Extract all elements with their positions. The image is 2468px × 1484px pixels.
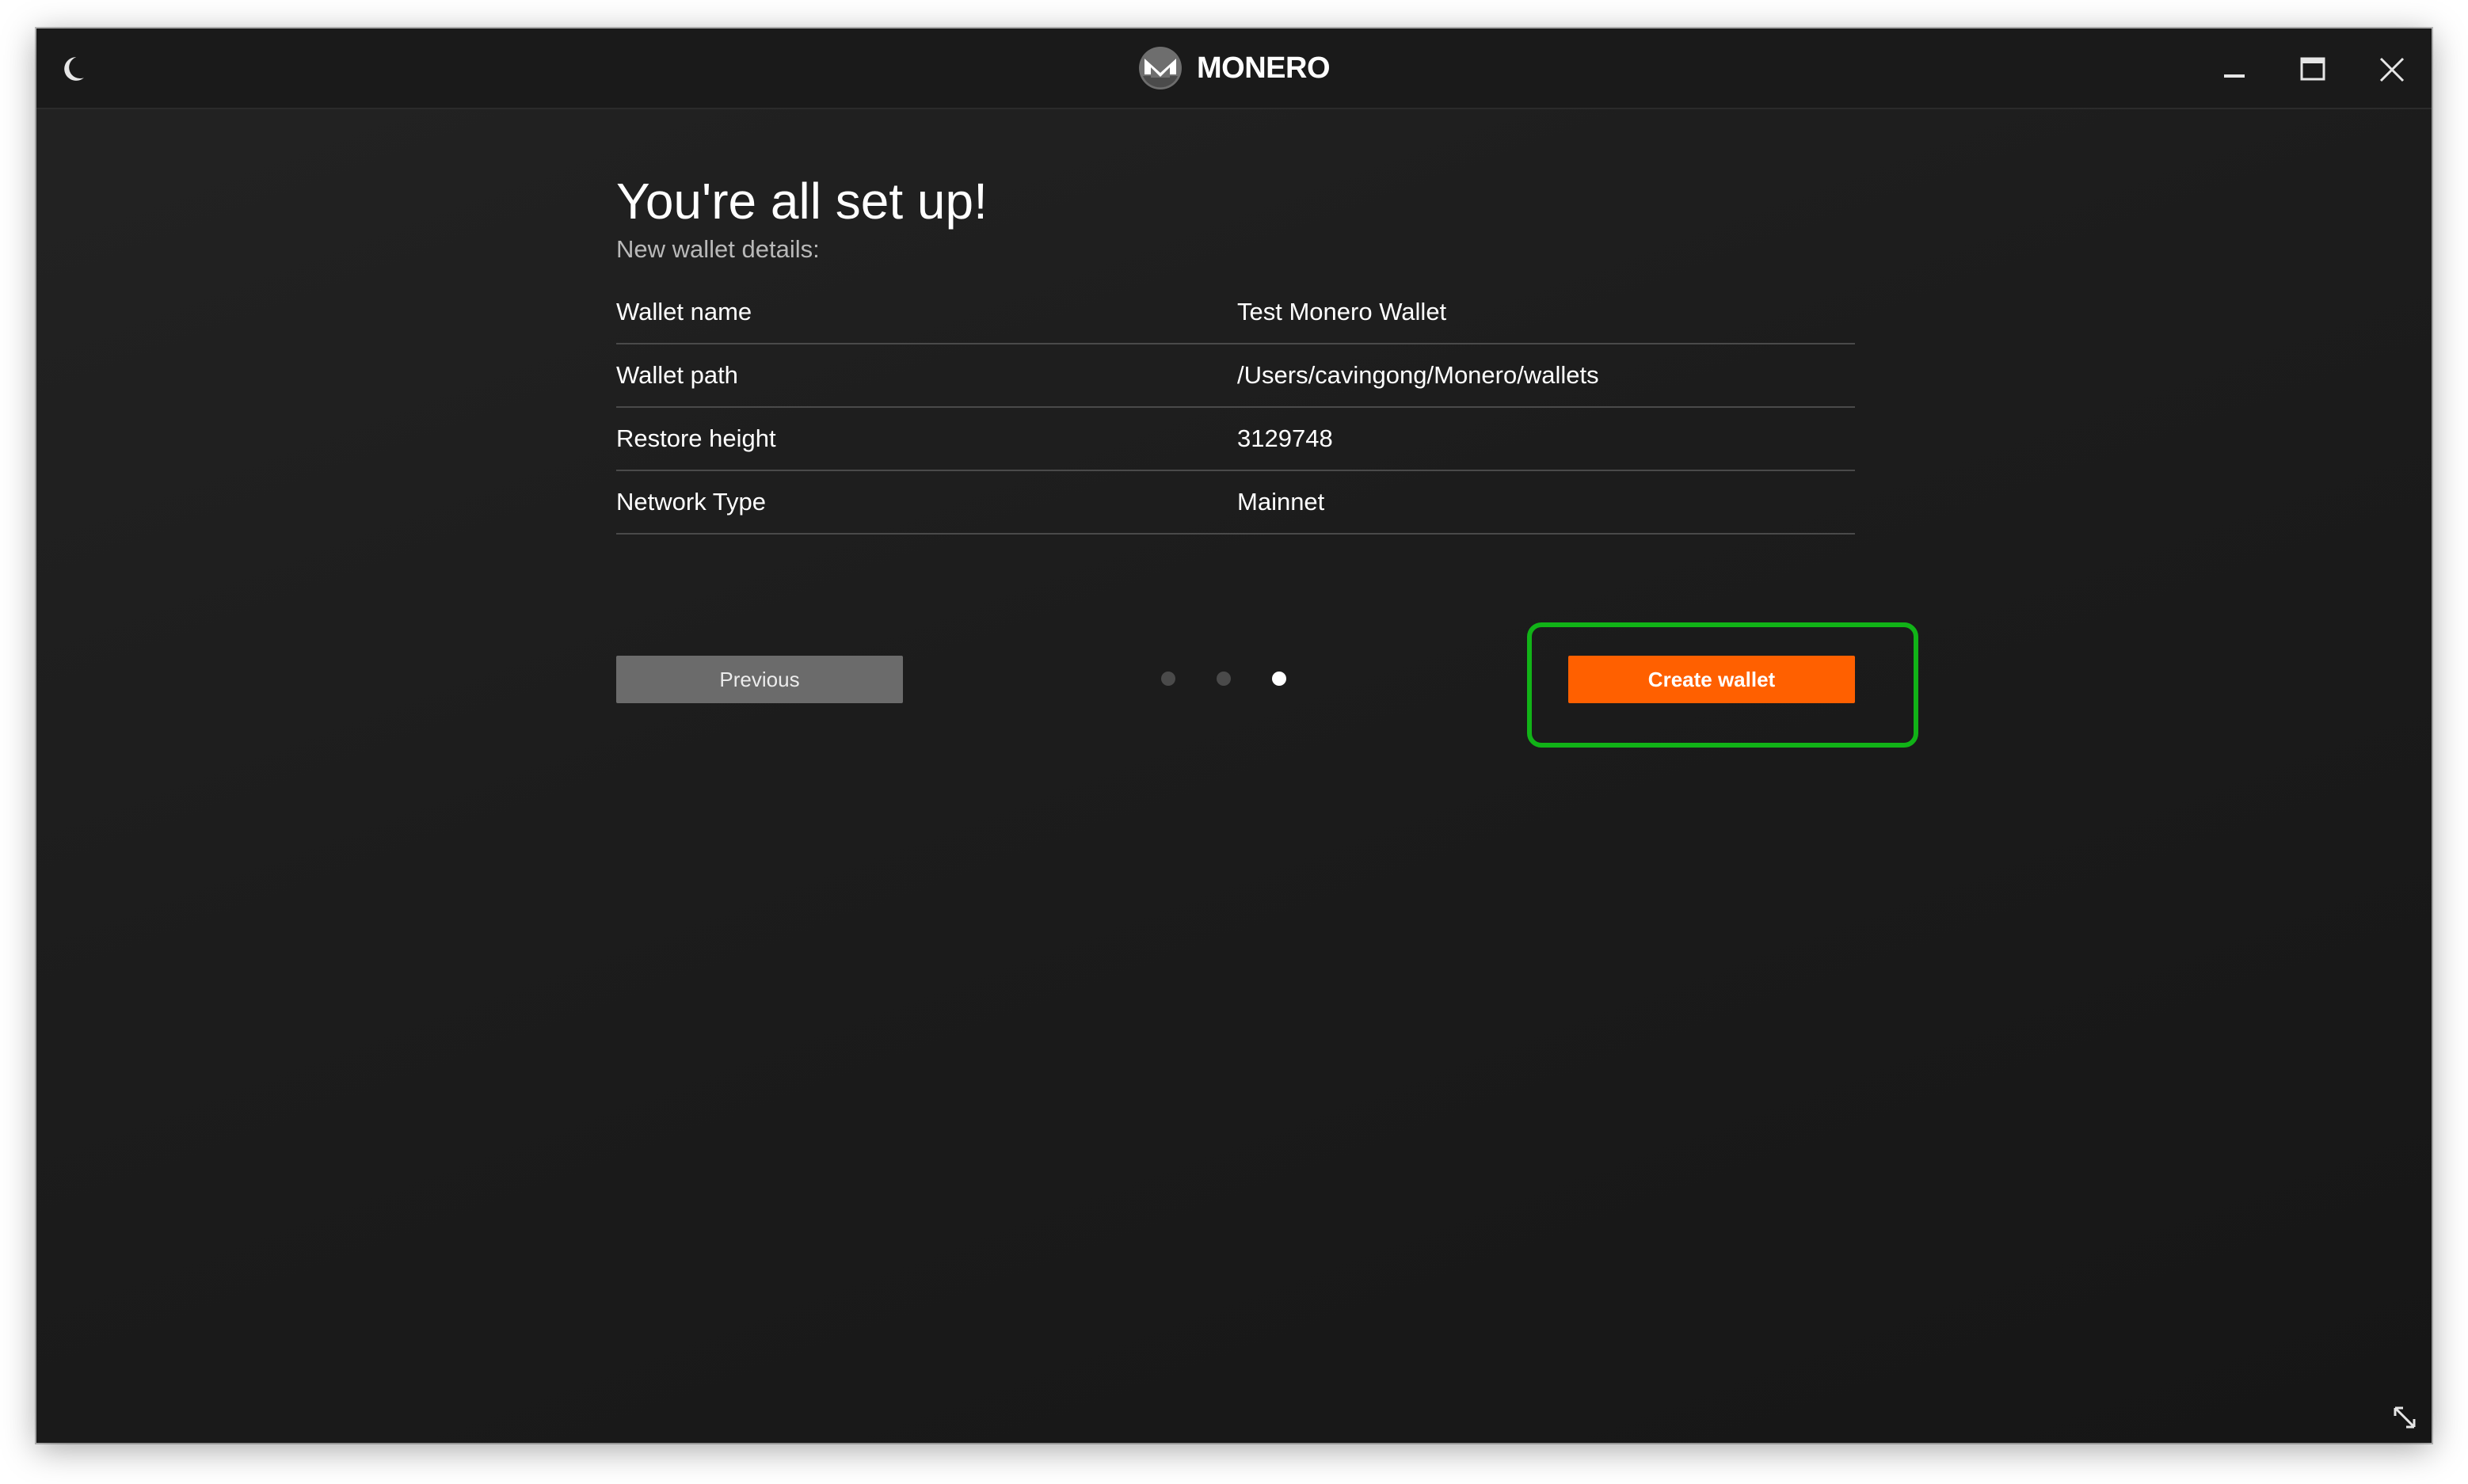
detail-row-network-type: Network Type Mainnet <box>616 471 1855 535</box>
previous-button[interactable]: Previous <box>616 656 903 703</box>
detail-value: 3129748 <box>1237 424 1333 452</box>
detail-row-wallet-name: Wallet name Test Monero Wallet <box>616 281 1855 344</box>
brand-name: MONERO <box>1197 51 1331 85</box>
monero-logo-icon <box>1139 47 1182 89</box>
detail-row-wallet-path: Wallet path /Users/cavingong/Monero/wall… <box>616 344 1855 408</box>
page-subtitle: New wallet details: <box>616 234 820 263</box>
wallet-details-table: Wallet name Test Monero Wallet Wallet pa… <box>616 281 1855 535</box>
brand: MONERO <box>1138 46 1331 90</box>
detail-label: Wallet name <box>616 297 752 325</box>
detail-value: Mainnet <box>1237 487 1325 516</box>
app-window: MONERO You're all set up! New wallet det… <box>36 29 2432 1443</box>
close-icon[interactable] <box>2371 49 2413 90</box>
detail-row-restore-height: Restore height 3129748 <box>616 408 1855 471</box>
page-title: You're all set up! <box>616 173 988 230</box>
minimize-icon[interactable] <box>2213 49 2254 90</box>
detail-value: /Users/cavingong/Monero/wallets <box>1237 360 1599 389</box>
moon-icon[interactable] <box>55 52 89 86</box>
create-wallet-button[interactable]: Create wallet <box>1568 656 1855 703</box>
title-bar: MONERO <box>36 29 2432 109</box>
detail-label: Wallet path <box>616 360 738 389</box>
step-dot-1[interactable] <box>1161 672 1175 686</box>
step-dot-3-active[interactable] <box>1272 672 1286 686</box>
maximize-icon[interactable] <box>2292 49 2333 90</box>
step-indicator <box>1161 672 1286 686</box>
wizard-navigation: Previous Create wallet <box>616 656 1855 703</box>
detail-value: Test Monero Wallet <box>1237 297 1447 325</box>
detail-label: Network Type <box>616 487 766 516</box>
wizard-summary: You're all set up! New wallet details: W… <box>616 171 1855 535</box>
detail-label: Restore height <box>616 424 776 452</box>
resize-icon[interactable] <box>2390 1403 2419 1432</box>
step-dot-2[interactable] <box>1217 672 1231 686</box>
